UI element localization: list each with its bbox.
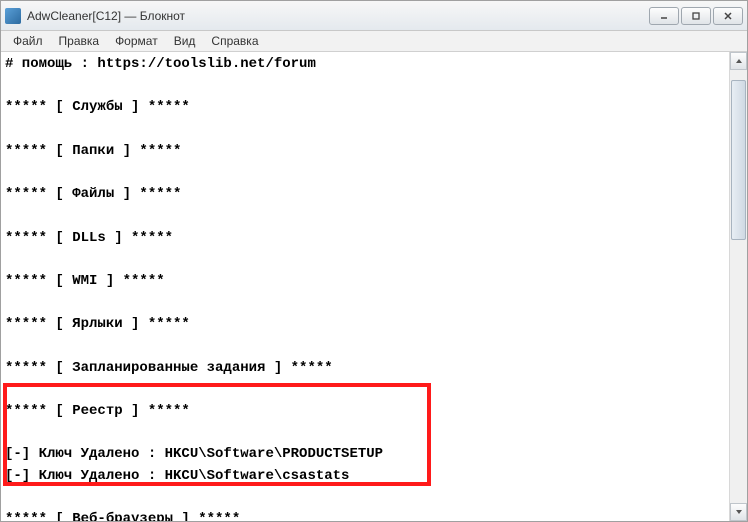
minimize-button[interactable] <box>649 7 679 25</box>
text-area[interactable]: # помощь : https://toolslib.net/forum **… <box>1 52 729 521</box>
close-button[interactable] <box>713 7 743 25</box>
scroll-down-button[interactable] <box>730 503 747 521</box>
vertical-scrollbar[interactable] <box>729 52 747 521</box>
menu-format[interactable]: Формат <box>107 32 166 50</box>
menu-edit[interactable]: Правка <box>51 32 108 50</box>
menu-help[interactable]: Справка <box>203 32 266 50</box>
scroll-track[interactable] <box>730 70 747 503</box>
maximize-button[interactable] <box>681 7 711 25</box>
window-title: AdwCleaner[C12] — Блокнот <box>27 9 649 23</box>
notepad-icon <box>5 8 21 24</box>
window-controls <box>649 7 743 25</box>
scroll-thumb[interactable] <box>731 80 746 240</box>
window-titlebar: AdwCleaner[C12] — Блокнот <box>1 1 747 31</box>
client-area: # помощь : https://toolslib.net/forum **… <box>1 52 747 521</box>
scroll-up-button[interactable] <box>730 52 747 70</box>
menu-view[interactable]: Вид <box>166 32 204 50</box>
menu-bar: Файл Правка Формат Вид Справка <box>1 31 747 52</box>
document-text[interactable]: # помощь : https://toolslib.net/forum **… <box>1 52 729 521</box>
menu-file[interactable]: Файл <box>5 32 51 50</box>
